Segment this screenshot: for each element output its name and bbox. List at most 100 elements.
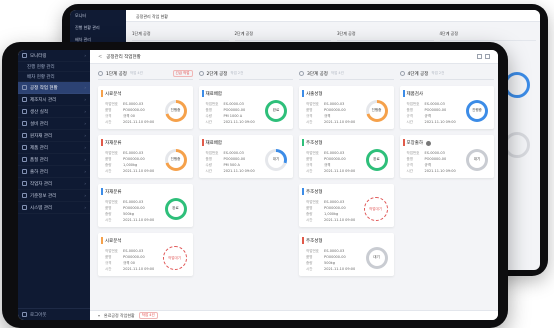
back-sidebar-item[interactable]: 모니터 [70, 10, 126, 22]
info-icon[interactable] [426, 140, 432, 146]
back-sidebar-item[interactable]: 진행 현황 관리 [70, 22, 126, 34]
row-key: 품명 [306, 107, 313, 112]
minimize-icon[interactable] [477, 54, 482, 59]
status-dot-icon [299, 71, 304, 76]
menu-icon [22, 133, 27, 138]
chevron-right-icon: › [84, 181, 86, 186]
sidebar-item[interactable]: 공정 작업 현황 › [18, 82, 90, 94]
row-value: PO00000-00 [324, 108, 346, 112]
work-card[interactable]: 자재분류 작업번호 ES-0000-03 품명 PO00000-00 중량 1,000kg 시… [98, 135, 193, 178]
sidebar-item[interactable]: 작업자 관리 › [18, 178, 90, 190]
row-value: 500kg [324, 261, 335, 265]
row-value: ES-0000-03 [123, 102, 144, 106]
work-card[interactable]: 사출성형 작업번호 ES-0000-03 품명 PO00000-00 규격 규격 시간 2021… [299, 86, 394, 129]
process-column: 1단계 공정 작업 4건 긴급 작업 시료분석 작업번호 ES-0000-03 품명 PO00… [98, 70, 193, 306]
menu-icon [22, 109, 27, 114]
row-value: ES-0000-03 [123, 151, 144, 155]
row-key: 작업번호 [105, 150, 118, 155]
row-key: 수량 [205, 162, 212, 167]
row-value: ES-0000-03 [424, 151, 445, 155]
sidebar-item[interactable]: 생산 실적 › [18, 106, 90, 118]
row-value: ES-0000-03 [324, 151, 345, 155]
sidebar-item-label: 품질 관리 [30, 157, 48, 163]
sidebar-item[interactable]: 기준정보 관리 › [18, 190, 90, 202]
work-card[interactable]: 시료분석 작업번호 ES-0000-03 품명 PO00000-00 규격 규격 00 시간 2… [98, 86, 193, 129]
progress-gauge: 완료 [265, 100, 287, 122]
work-card[interactable]: 재료배합 작업번호 ES-0000-03 품명 PO00000-00 수량 PM 1000 … [198, 86, 293, 129]
column-title: 2단계 공정 [206, 71, 228, 77]
progress-gauge: 진행중 [164, 100, 187, 122]
row-value: 2021.11.10 09:00 [223, 120, 255, 124]
sidebar-item[interactable]: 모니터링 › [18, 50, 90, 62]
row-key: 시간 [205, 119, 212, 124]
column-count: 작업 2건 [431, 71, 445, 75]
row-key: 품명 [205, 107, 212, 112]
footer-badge: 작업 4건 [138, 312, 158, 319]
work-card[interactable]: 자재분류 작업번호 ES-0000-03 품명 PO00000-00 중량 500kg 시간 2… [98, 184, 193, 227]
gauge-label: 대기 [272, 157, 280, 161]
work-card[interactable]: 주조성형 작업번호 ES-0000-03 품명 PO00000-00 중량 500kg 시간 2… [299, 233, 394, 276]
logout-icon [22, 312, 27, 317]
work-card[interactable]: 제품검사 작업번호 ES-0000-03 품명 PO00000-00 규격 규격 시간 2021… [399, 86, 494, 129]
footer-label[interactable]: 완료공정 작업현황 [104, 313, 135, 319]
work-card[interactable]: 주조성형 작업번호 ES-0000-03 품명 PO00000-00 중량 1,000kg 시… [299, 184, 394, 227]
sidebar-item-label: 생산 실적 [30, 109, 48, 115]
logout-button[interactable]: 로그아웃 [18, 308, 90, 320]
row-value: 500kg [123, 212, 134, 216]
menu-icon [22, 145, 27, 150]
row-key: 작업번호 [105, 248, 118, 253]
sidebar-item[interactable]: 품질 관리 › [18, 154, 90, 166]
chevron-right-icon: › [84, 157, 86, 162]
work-card[interactable]: 시료분석 작업번호 ES-0000-03 품명 PO00000-00 규격 규격 00 시간 2… [98, 233, 193, 276]
sidebar-item-label: 설비 관리 [30, 121, 48, 127]
work-card[interactable]: 주조성형 작업번호 ES-0000-03 품명 PO00000-00 규격 규격 시간 2021… [299, 135, 394, 178]
sidebar-item[interactable]: 제조지시 관리 › [18, 94, 90, 106]
work-card[interactable]: 포장출하 작업번호 ES-0000-03 품명 PO00000-00 규격 규격 시간 2021… [399, 135, 494, 178]
card-accent-bar [302, 237, 304, 244]
row-value: 규격 [424, 162, 431, 167]
back-column: 1단계 공정 [132, 28, 229, 41]
card-title: 시료분석 [105, 92, 122, 97]
row-value: ES-0000-03 [123, 200, 144, 204]
chevron-right-icon: › [84, 133, 86, 138]
footer-bar: ▾ 완료공정 작업현황 작업 4건 [90, 310, 498, 320]
card-title: 재료배합 [205, 92, 223, 97]
row-key: 품명 [406, 107, 413, 112]
maximize-icon[interactable] [485, 54, 490, 59]
card-title: 포장출하 [406, 141, 424, 146]
sidebar-item-label: 시스템 관리 [30, 205, 53, 211]
row-key: 품명 [105, 254, 112, 259]
stamp-label: 작업대기 [168, 255, 181, 260]
urgent-badge[interactable]: 긴급 작업 [172, 70, 193, 77]
gauge-label: 진행중 [472, 108, 482, 112]
back-arrow-icon[interactable]: < [98, 54, 102, 60]
row-key: 중량 [306, 211, 313, 216]
sidebar-item[interactable]: 진행 현황 관리 [18, 62, 90, 72]
column-header: 4단계 공정 작업 2건 [399, 70, 494, 80]
row-key: 작업번호 [306, 248, 319, 253]
progress-gauge: 대기 [365, 247, 388, 269]
back-column-title: 1단계 공정 [132, 28, 229, 41]
row-key: 수량 [205, 113, 212, 118]
chevron-down-icon[interactable]: ▾ [98, 313, 100, 318]
row-value: PO00000-00 [424, 108, 447, 112]
row-value: PO00000-00 [324, 206, 346, 210]
chevron-right-icon: › [84, 85, 86, 90]
sidebar-item[interactable]: 출하 관리 › [18, 166, 90, 178]
row-value: 2021.11.10 09:00 [123, 218, 155, 222]
sidebar-item[interactable]: 원자재 관리 › [18, 130, 90, 142]
column-title: 1단계 공정 [106, 71, 127, 77]
sidebar-item-label: 배차 현황 관리 [27, 74, 55, 80]
sidebar-item[interactable]: 시스템 관리 › [18, 202, 90, 214]
stage: 모니터 진행 현황 관리 배차 관리 공정 관리 공정관리 작업 현황 1단계 … [0, 0, 554, 328]
work-card[interactable]: 재료배합 작업번호 ES-0000-03 품명 PO00000-00 수량 PM 500 A… [198, 135, 293, 178]
sidebar-item[interactable]: 제품 관리 › [18, 142, 90, 154]
sidebar-item[interactable]: 설비 관리 › [18, 118, 90, 130]
row-value: ES-0000-03 [223, 151, 244, 155]
card-accent-bar [201, 90, 204, 97]
gauge-label: 진행중 [170, 108, 181, 112]
front-tablet: 모니터링 › 진행 현황 관리 배차 현황 관리 공정 작업 현황 › 제조지시 관리 › 생산… [2, 42, 508, 328]
gauge-label: 완료 [272, 108, 280, 112]
sidebar-item[interactable]: 배차 현황 관리 [18, 72, 90, 82]
row-key: 규격 [105, 113, 112, 118]
